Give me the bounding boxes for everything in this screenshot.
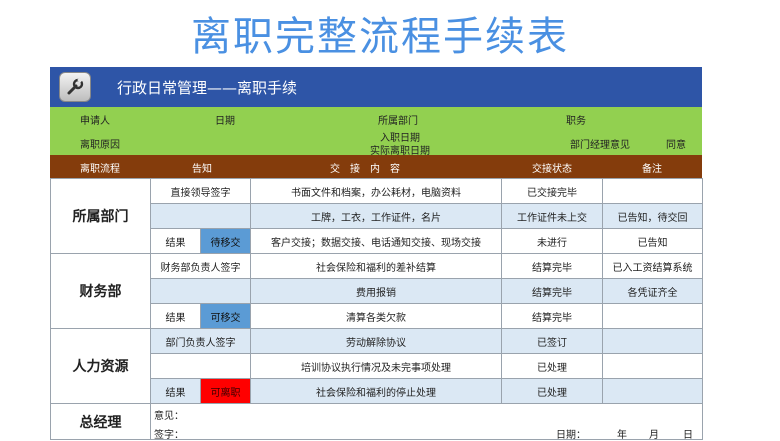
resignation-sheet: 行政日常管理——离职手续 申请人 日期 所属部门 职务 离职原因 入职日期 实际… (50, 67, 703, 440)
dept-name: 财务部 (50, 253, 151, 329)
status-cell[interactable]: 已处理 (501, 378, 603, 404)
dept-name: 所属部门 (50, 178, 151, 254)
status-cell[interactable]: 结算完毕 (501, 303, 603, 329)
sheet-header-title: 行政日常管理——离职手续 (117, 78, 298, 97)
sign-cell[interactable] (150, 353, 251, 379)
column-process: 离职流程 (80, 164, 120, 175)
handover-table: 所属部门 直接领导签字 书面文件和档案，办公耗材，电脑资料 已交接完毕 工牌，工… (50, 178, 703, 440)
sign-cell[interactable] (150, 278, 251, 304)
gm-day-label: 日 (683, 429, 693, 440)
table-row: 总经理 意见： (50, 403, 703, 440)
gm-year-label: 年 (617, 429, 627, 440)
sign-cell[interactable] (150, 203, 251, 229)
table-row: 人力资源 部门负责人签字 劳动解除协议 已签订 (50, 328, 703, 404)
content-cell: 客户交接；数据交接、电话通知交接、现场交接 (250, 228, 502, 254)
applicant-label: 申请人 (80, 116, 110, 127)
gm-sign-label: 签字： (154, 429, 184, 440)
gm-name: 总经理 (50, 403, 151, 440)
column-header-bar: 离职流程 告知 交 接 内 容 交接状态 备注 (50, 155, 702, 178)
gm-sign-field[interactable]: 签字： 日期： 年 月 日 (150, 425, 703, 440)
table-row: 所属部门 直接领导签字 书面文件和档案，办公耗材，电脑资料 已交接完毕 (50, 178, 703, 254)
content-cell: 社会保险和福利的差补结算 (250, 253, 502, 279)
remark-cell[interactable] (602, 178, 703, 204)
sign-cell[interactable]: 部门负责人签字 (150, 328, 251, 354)
position-label: 职务 (566, 116, 586, 127)
content-cell: 培训协议执行情况及未完事项处理 (250, 353, 502, 379)
status-cell[interactable]: 工作证件未上交 (501, 203, 603, 229)
status-cell[interactable]: 结算完毕 (501, 278, 603, 304)
sign-cell[interactable]: 财务部负责人签字 (150, 253, 251, 279)
status-cell[interactable]: 已交接完毕 (501, 178, 603, 204)
status-cell[interactable]: 已签订 (501, 328, 603, 354)
result-status-badge[interactable]: 可移交 (200, 303, 251, 329)
sheet-header: 行政日常管理——离职手续 (50, 67, 702, 107)
remark-cell[interactable] (602, 378, 703, 404)
info-section: 申请人 日期 所属部门 职务 离职原因 入职日期 实际离职日期 部门经理意见 同… (50, 107, 702, 157)
remark-cell[interactable] (602, 328, 703, 354)
result-status-badge[interactable]: 待移交 (200, 228, 251, 254)
manager-opinion-label: 部门经理意见 (570, 140, 630, 151)
status-cell[interactable]: 已处理 (501, 353, 603, 379)
result-status-badge[interactable]: 可离职 (200, 378, 251, 404)
status-cell[interactable]: 未进行 (501, 228, 603, 254)
content-cell: 费用报销 (250, 278, 502, 304)
table-row: 财务部 财务部负责人签字 社会保险和福利的差补结算 结算完毕 已入工资结算系统 (50, 253, 703, 329)
wrench-icon[interactable] (59, 72, 91, 102)
remark-cell[interactable]: 已入工资结算系统 (602, 253, 703, 279)
column-handover: 交 接 内 容 (330, 164, 400, 175)
column-remark: 备注 (642, 164, 662, 175)
content-cell: 清算各类欠款 (250, 303, 502, 329)
gm-date-label: 日期： (556, 429, 586, 440)
column-notify: 告知 (192, 164, 212, 175)
agree-value: 同意 (666, 140, 686, 151)
page-title: 离职完整流程手续表 (191, 14, 569, 60)
remark-cell[interactable] (602, 353, 703, 379)
content-cell: 工牌，工衣，工作证件，名片 (250, 203, 502, 229)
status-cell[interactable]: 结算完毕 (501, 253, 603, 279)
remark-cell[interactable]: 已告知 (602, 228, 703, 254)
dept-name: 人力资源 (50, 328, 151, 404)
column-status: 交接状态 (532, 164, 572, 175)
sign-cell[interactable]: 直接领导签字 (150, 178, 251, 204)
content-cell: 劳动解除协议 (250, 328, 502, 354)
result-label: 结果 (150, 378, 201, 404)
result-label: 结果 (150, 303, 201, 329)
reason-label: 离职原因 (80, 140, 120, 151)
content-cell: 书面文件和档案，办公耗材，电脑资料 (250, 178, 502, 204)
gm-opinion-field[interactable]: 意见： (150, 403, 703, 426)
date-label: 日期 (215, 116, 235, 127)
result-label: 结果 (150, 228, 201, 254)
gm-opinion-label: 意见： (154, 411, 184, 423)
remark-cell[interactable]: 各凭证齐全 (602, 278, 703, 304)
remark-cell[interactable]: 已告知，待交回 (602, 203, 703, 229)
remark-cell[interactable] (602, 303, 703, 329)
department-label: 所属部门 (378, 116, 418, 127)
content-cell: 社会保险和福利的停止处理 (250, 378, 502, 404)
gm-month-label: 月 (649, 429, 659, 440)
